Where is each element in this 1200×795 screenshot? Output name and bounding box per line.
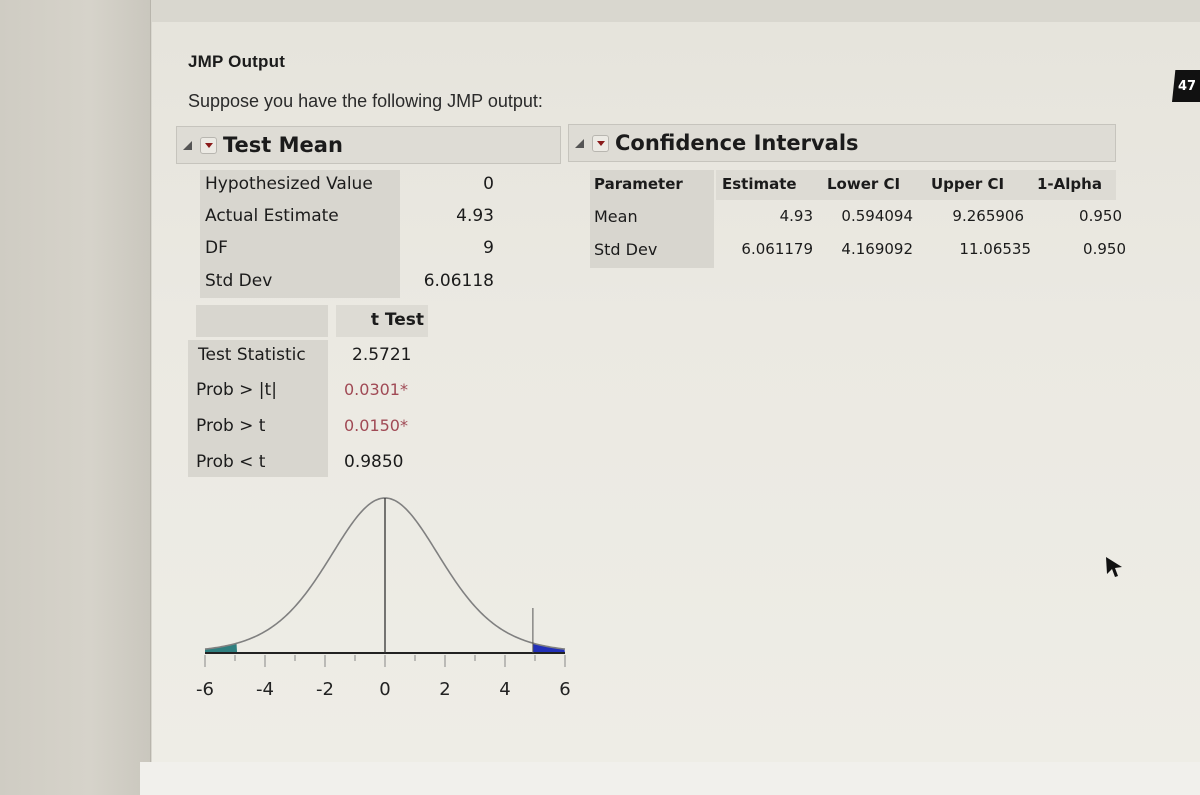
red-triangle-menu-icon[interactable] [592, 134, 609, 152]
disclosure-triangle-icon[interactable] [183, 140, 192, 150]
ci-column-header: 1-Alpha [1037, 175, 1102, 193]
disclosure-triangle-icon[interactable] [575, 138, 584, 148]
document-intro: Suppose you have the following JMP outpu… [188, 91, 543, 111]
confidence-intervals-title: Confidence Intervals [615, 131, 859, 155]
summary-value: 0 [483, 174, 494, 194]
x-tick-label: -4 [256, 679, 274, 700]
p-value-upper: 0.0150* [344, 416, 408, 435]
p-value-lower: 0.9850 [344, 452, 404, 472]
test-mean-header[interactable]: Test Mean [176, 126, 561, 164]
page-bottom-edge [140, 762, 1200, 795]
ci-estimate: 6.061179 [741, 240, 813, 258]
ci-lower: 0.594094 [841, 207, 913, 225]
summary-value: 4.93 [456, 206, 494, 226]
summary-label: Hypothesized Value [205, 174, 373, 194]
t-test-label: Prob > t [196, 416, 266, 436]
t-distribution-plot: -6 -4 -2 0 2 4 6 [196, 497, 571, 700]
t-test-corner-shade [196, 305, 328, 337]
summary-label: DF [205, 238, 228, 258]
x-tick-label: 0 [379, 679, 390, 700]
ci-column-header: Estimate [722, 175, 797, 193]
t-test-label: Prob < t [196, 452, 266, 472]
ci-alpha: 0.950 [1079, 207, 1122, 225]
p-value-two-sided: 0.0301* [344, 380, 408, 399]
ci-lower: 4.169092 [841, 240, 913, 258]
x-tick-label: -2 [316, 679, 334, 700]
confidence-intervals-header[interactable]: Confidence Intervals [568, 124, 1116, 162]
ci-alpha: 0.950 [1083, 240, 1126, 258]
summary-value: 6.06118 [423, 271, 494, 291]
mouse-pointer-icon [1106, 557, 1122, 577]
ci-upper: 9.265906 [952, 207, 1024, 225]
summary-value: 9 [483, 238, 494, 258]
ci-column-header: Lower CI [827, 175, 901, 193]
ci-upper: 11.06535 [959, 240, 1031, 258]
left-margin [0, 0, 151, 795]
ci-row-label: Std Dev [594, 240, 658, 259]
document-title: JMP Output [188, 52, 286, 71]
ci-estimate: 4.93 [779, 207, 813, 225]
page-number-badge: 47 [1172, 70, 1200, 102]
x-tick-label: -6 [196, 679, 214, 700]
summary-label: Actual Estimate [205, 206, 339, 226]
ci-row-label: Mean [594, 207, 638, 226]
red-triangle-menu-icon[interactable] [200, 136, 217, 154]
summary-label: Std Dev [205, 271, 273, 291]
x-tick-label: 6 [559, 679, 570, 700]
t-statistic-value: 2.5721 [352, 345, 412, 365]
t-test-label: Prob > |t| [196, 380, 277, 400]
x-tick-label: 2 [439, 679, 450, 700]
t-test-label: Test Statistic [198, 345, 306, 365]
ci-column-header: Upper CI [931, 175, 1005, 193]
page-number: 47 [1178, 78, 1197, 94]
x-tick-label: 4 [499, 679, 510, 700]
ci-column-header: Parameter [594, 175, 683, 193]
test-mean-title: Test Mean [223, 133, 343, 157]
t-test-column-header: t Test [370, 310, 424, 330]
